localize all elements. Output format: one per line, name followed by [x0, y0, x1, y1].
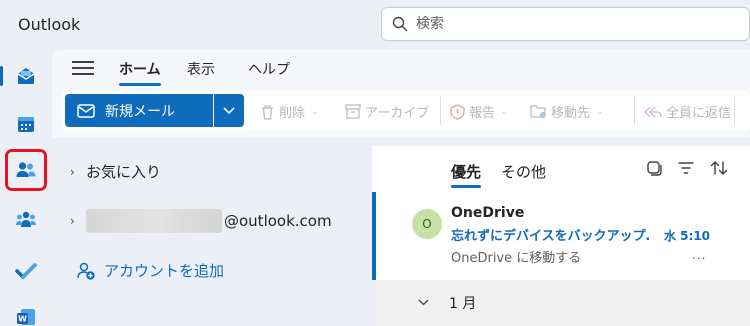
people-icon [16, 162, 36, 177]
reply-all-icon [644, 106, 662, 117]
folder-pane: › お気に入り › @outlook.com アカウントを追加 [52, 146, 371, 326]
add-account-button[interactable]: アカウントを追加 [76, 260, 224, 281]
search-icon [392, 16, 408, 32]
delete-button[interactable]: 削除 ⌄ [260, 102, 319, 121]
list-tools [646, 160, 728, 176]
toolbar-divider [440, 97, 441, 125]
ribbon: ホーム 表示 ヘルプ 新規メール 削除 ⌄ アーカイブ 報告 ⌄ 移動先 ⌄ 全… [52, 50, 750, 138]
shield-alert-icon [450, 103, 465, 120]
folder-move-icon [530, 105, 546, 118]
message-list: 優先 その他 O OneDrive 忘れずにデバイスをバックアップ… 水 5:1… [372, 146, 750, 326]
ribbon-tabs: ホーム 表示 ヘルプ [52, 50, 750, 86]
favorites-folder[interactable]: › お気に入り [70, 161, 161, 182]
app-title: Outlook [18, 15, 81, 34]
tab-focused[interactable]: 優先 [451, 161, 482, 188]
new-mail-label: 新規メール [105, 103, 175, 120]
archive-button[interactable]: アーカイブ [345, 102, 429, 121]
rail-todo[interactable] [7, 253, 45, 289]
message-preview: OneDrive に移動する [451, 251, 582, 266]
avatar: O [412, 209, 442, 239]
redacted-account-name [86, 209, 222, 233]
message-list-tabs: 優先 その他 [372, 146, 750, 192]
sort-icon[interactable] [710, 160, 728, 176]
rail-groups[interactable] [7, 202, 45, 238]
toolbar-divider [734, 97, 735, 125]
chevron-down-icon: ⌄ [501, 106, 509, 117]
person-add-icon [77, 262, 95, 280]
message-time: 水 5:10 [664, 229, 711, 243]
reply-all-button[interactable]: 全員に返信 [644, 102, 731, 121]
chevron-down-icon [223, 106, 235, 114]
archive-icon [345, 104, 361, 119]
groups-icon [16, 211, 36, 227]
delete-label: 削除 [279, 106, 306, 121]
rail-people[interactable] [5, 149, 47, 191]
tab-home[interactable]: ホーム [119, 59, 161, 86]
move-to-label: 移動先 [551, 106, 591, 121]
rail-mail[interactable] [0, 58, 45, 94]
message-item[interactable]: O OneDrive 忘れずにデバイスをバックアップ… 水 5:10 OneDr… [372, 192, 750, 280]
chevron-right-icon: › [70, 214, 75, 228]
message-subject: 忘れずにデバイスをバックアップ… [451, 229, 651, 244]
select-icon[interactable] [646, 160, 662, 176]
mail-icon [17, 68, 35, 84]
tab-other[interactable]: その他 [501, 161, 546, 182]
report-label: 報告 [469, 106, 496, 121]
search-box[interactable] [381, 7, 750, 41]
account-folder[interactable]: › @outlook.com [70, 209, 332, 233]
add-account-label: アカウントを追加 [104, 262, 225, 280]
app-rail: W [0, 50, 52, 326]
search-input[interactable] [416, 13, 716, 35]
trash-icon [262, 104, 273, 120]
message-more-indicator: ... [692, 248, 707, 262]
chevron-down-icon: ⌄ [596, 106, 604, 117]
tab-help[interactable]: ヘルプ [248, 59, 290, 79]
hamburger-menu-icon[interactable] [72, 59, 94, 77]
favorites-label: お気に入り [86, 163, 162, 181]
account-email-suffix: @outlook.com [224, 212, 332, 230]
calendar-icon [18, 117, 34, 132]
move-to-button[interactable]: 移動先 ⌄ [530, 102, 604, 121]
tab-view[interactable]: 表示 [187, 59, 215, 79]
chevron-down-icon: ⌄ [311, 106, 319, 117]
chevron-down-icon [418, 296, 429, 309]
message-sender: OneDrive [451, 205, 525, 221]
group-label: 1 月 [449, 296, 477, 312]
todo-icon [15, 263, 37, 279]
group-header[interactable]: 1 月 [372, 280, 750, 326]
toolbar: 新規メール 削除 ⌄ アーカイブ 報告 ⌄ 移動先 ⌄ 全員に返信 [62, 91, 750, 131]
new-mail-button[interactable]: 新規メール [65, 94, 213, 127]
rail-word[interactable]: W [7, 298, 45, 326]
rail-calendar[interactable] [7, 106, 45, 142]
toolbar-divider [634, 97, 635, 125]
report-button[interactable]: 報告 ⌄ [450, 102, 509, 121]
reply-all-label: 全員に返信 [666, 106, 732, 121]
envelope-icon [77, 103, 95, 118]
svg-text:W: W [18, 315, 27, 324]
filter-icon[interactable] [678, 161, 694, 175]
new-mail-dropdown-button[interactable] [214, 94, 244, 127]
archive-label: アーカイブ [365, 106, 430, 121]
chevron-right-icon: › [70, 164, 75, 179]
word-icon: W [17, 309, 35, 325]
title-bar: Outlook [0, 0, 750, 50]
